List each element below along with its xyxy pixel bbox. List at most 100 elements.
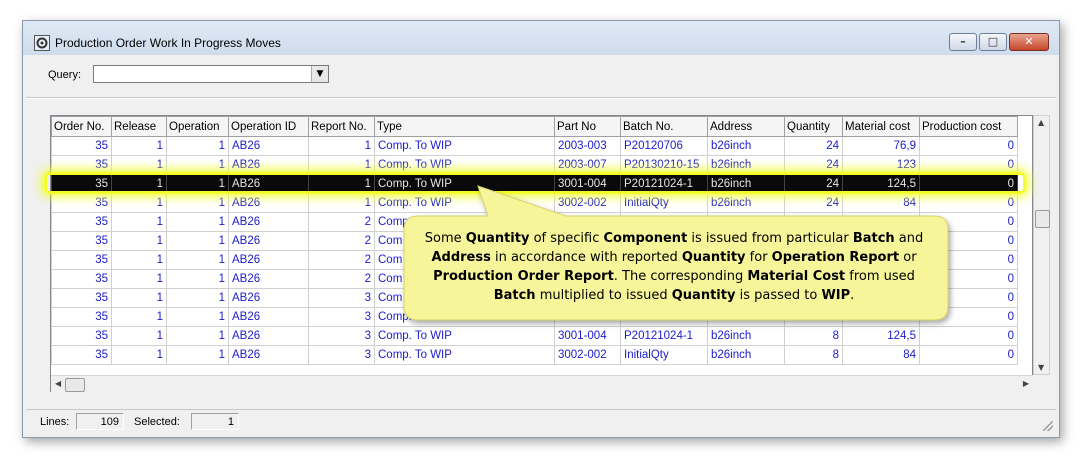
resize-grip-icon[interactable] <box>1043 421 1053 431</box>
table-cell: AB26 <box>228 193 309 213</box>
table-cell: P20121024-1 <box>620 326 708 346</box>
column-header[interactable]: Operation <box>166 116 229 137</box>
callout-text-segment: Material Cost <box>747 269 846 284</box>
close-button[interactable]: ✕ <box>1009 33 1049 51</box>
column-header[interactable]: Part No <box>554 116 621 137</box>
lines-label: Lines: <box>40 416 70 428</box>
table-cell: Comp. To WIP <box>374 155 555 175</box>
column-header[interactable]: Quantity <box>784 116 843 137</box>
table-cell: 124,5 <box>842 326 920 346</box>
table-cell: InitialQty <box>620 345 708 365</box>
callout-text-segment: of specific <box>529 231 604 246</box>
column-header[interactable]: Release <box>111 116 167 137</box>
table-cell: 1 <box>111 345 167 365</box>
table-row[interactable]: 35 1 1 AB26 1 Comp. To WIP 2003-003 P20120706 b2… <box>51 136 1018 156</box>
table-cell: 8 <box>784 345 843 365</box>
column-header[interactable]: Production cost <box>919 116 1018 137</box>
table-cell: 1 <box>308 193 375 213</box>
gear-app-icon <box>34 35 50 51</box>
callout-text-segment: Component <box>603 231 688 246</box>
callout-text-segment: Production Order Report <box>433 269 614 284</box>
table-cell: Comp. To WIP <box>374 326 555 346</box>
table-cell: 1 <box>111 231 167 251</box>
scroll-right-icon[interactable]: ▶ <box>1023 379 1029 388</box>
table-cell: P20120706 <box>620 136 708 156</box>
table-cell: P20121024-1 <box>620 174 708 194</box>
table-cell: b26inch <box>707 326 785 346</box>
table-cell: AB26 <box>228 326 309 346</box>
callout-text-segment: Quantity <box>465 231 530 246</box>
table-cell: 0 <box>919 174 1018 194</box>
table-cell: Comp. To WIP <box>374 345 555 365</box>
table-cell: 1 <box>111 269 167 289</box>
table-cell: 123 <box>842 155 920 175</box>
table-cell: 0 <box>919 326 1018 346</box>
horizontal-scrollbar[interactable]: ◀ ▶ <box>51 375 1033 392</box>
table-cell: 3002-002 <box>554 193 621 213</box>
table-cell: Comp. To WIP <box>374 136 555 156</box>
column-header[interactable]: Batch No. <box>620 116 708 137</box>
table-row[interactable]: 35 1 1 AB26 3 Comp. To WIP 3002-002 InitialQty b… <box>51 345 1018 365</box>
table-row[interactable]: 35 1 1 AB26 3 Comp. To WIP 2003-007 P20130210-1… <box>51 307 1018 327</box>
callout-text-segment: Quantity <box>681 250 746 265</box>
grid-header-row: Order No. Release Operation Operation ID Rep… <box>51 116 1018 137</box>
column-header[interactable]: Address <box>707 116 785 137</box>
table-cell: 35 <box>51 174 112 194</box>
table-cell: 0 <box>919 136 1018 156</box>
table-row[interactable]: 35 1 1 AB26 1 Comp. To WIP 3002-002 InitialQty b… <box>51 193 1018 213</box>
table-cell: Comp. To WIP <box>374 193 555 213</box>
minimize-button[interactable]: – <box>949 33 977 51</box>
maximize-button[interactable]: □ <box>979 33 1007 51</box>
table-cell: 1 <box>166 212 229 232</box>
callout-text-segment: Batch <box>852 231 895 246</box>
column-header[interactable]: Operation ID <box>228 116 309 137</box>
scroll-down-icon[interactable]: ▼ <box>1038 363 1044 372</box>
table-cell: InitialQty <box>620 193 708 213</box>
window-title: Production Order Work In Progress Moves <box>55 36 281 50</box>
column-header[interactable]: Material cost <box>842 116 920 137</box>
table-cell: 3002-002 <box>554 345 621 365</box>
table-cell: AB26 <box>228 231 309 251</box>
table-cell: 1 <box>166 345 229 365</box>
table-cell: 35 <box>51 326 112 346</box>
query-select[interactable]: ▼ <box>93 65 329 83</box>
table-cell: P20130210-15 <box>620 307 708 327</box>
table-cell: 24 <box>784 136 843 156</box>
table-cell: 35 <box>51 155 112 175</box>
table-cell: 35 <box>51 212 112 232</box>
callout-text: Some Quantity of specific Component is i… <box>414 229 934 305</box>
scroll-up-icon[interactable]: ▲ <box>1038 118 1044 127</box>
query-label: Query: <box>48 69 82 81</box>
column-header[interactable]: Order No. <box>51 116 112 137</box>
callout-text-segment: for <box>745 250 772 265</box>
table-cell: 2003-007 <box>554 307 621 327</box>
table-cell: 2003-007 <box>554 155 621 175</box>
table-cell: 1 <box>166 155 229 175</box>
vertical-scroll-thumb[interactable] <box>1035 210 1050 228</box>
table-cell: 2 <box>308 231 375 251</box>
dropdown-arrow-icon[interactable]: ▼ <box>311 66 328 82</box>
table-cell: 1 <box>166 231 229 251</box>
callout-text-segment: is issued from particular <box>687 231 853 246</box>
table-cell: 24 <box>784 174 843 194</box>
table-cell: b26inch <box>707 155 785 175</box>
table-row[interactable]: 35 1 1 AB26 3 Comp. To WIP 3001-004 P20121024-1… <box>51 326 1018 346</box>
table-cell: 3 <box>308 326 375 346</box>
table-cell: 0 <box>919 231 1018 251</box>
column-header[interactable]: Type <box>374 116 555 137</box>
vertical-scrollbar[interactable]: ▲ ▼ <box>1033 115 1050 375</box>
table-cell: 2 <box>308 212 375 232</box>
table-cell: 8 <box>784 326 843 346</box>
table-cell: 1 <box>111 136 167 156</box>
table-row[interactable]: 35 1 1 AB26 1 Comp. To WIP 3001-004 P20121024-1… <box>51 174 1018 194</box>
table-cell: AB26 <box>228 269 309 289</box>
title-bar[interactable]: Production Order Work In Progress Moves … <box>23 21 1059 55</box>
column-header[interactable]: Report No. <box>308 116 375 137</box>
table-cell: 3 <box>308 288 375 308</box>
table-row[interactable]: 35 1 1 AB26 1 Comp. To WIP 2003-007 P20130210-1… <box>51 155 1018 175</box>
table-cell: 0 <box>919 345 1018 365</box>
scroll-left-icon[interactable]: ◀ <box>55 379 61 388</box>
table-cell: 84 <box>842 345 920 365</box>
table-cell: 1 <box>111 326 167 346</box>
horizontal-scroll-thumb[interactable] <box>65 378 85 392</box>
